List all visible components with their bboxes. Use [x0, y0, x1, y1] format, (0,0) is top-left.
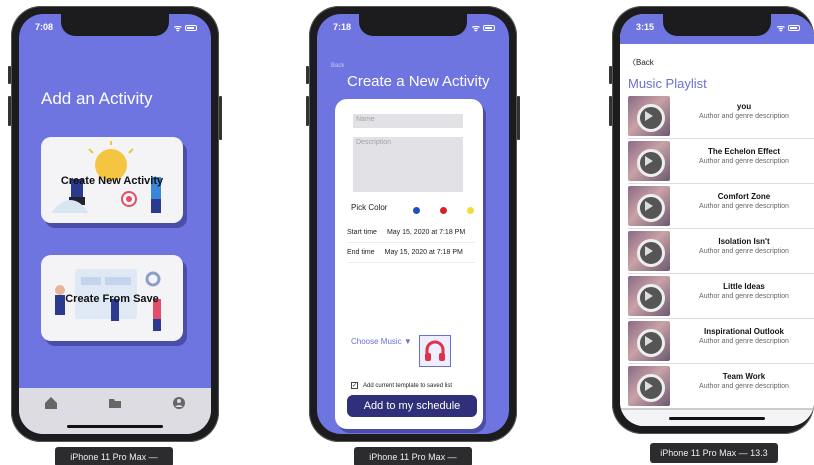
wifi-icon: ᯤ: [173, 23, 182, 33]
create-from-save-card[interactable]: Create From Save: [41, 255, 183, 341]
notch: [61, 14, 169, 36]
phone-add-activity: 7:08 ᯤ Add an Activity Create New Activi…: [8, 6, 222, 442]
status-time: 3:15: [636, 22, 655, 32]
activity-form: Name Description Pick Color Start time Ma…: [335, 99, 483, 429]
checkbox-icon: ✓: [351, 382, 358, 389]
music-thumbnail[interactable]: [419, 335, 451, 367]
battery-icon: [185, 24, 197, 31]
color-swatch-blue[interactable]: [413, 207, 420, 214]
status-icons: ᯤ: [777, 21, 800, 34]
back-button[interactable]: Back: [331, 63, 344, 69]
status-icons: ᯤ: [174, 21, 197, 34]
track-description: Author and genre description: [699, 158, 789, 165]
device-caption: iPhone 11 Pro Max — 13.3: [55, 447, 173, 465]
status-time: 7:18: [333, 22, 352, 32]
track-description: Author and genre description: [699, 248, 789, 255]
phone-create-activity: 7:18 ᯤ Back Create a New Activity Name D…: [306, 6, 520, 442]
back-button[interactable]: 〈Back: [628, 57, 654, 68]
create-new-activity-card[interactable]: Create New Activity: [41, 137, 183, 223]
track-name: Isolation Isn't: [718, 237, 770, 246]
screen: 7:08 ᯤ Add an Activity Create New Activi…: [19, 14, 211, 434]
pick-color-label: Pick Color: [351, 203, 388, 212]
album-art: [628, 96, 670, 136]
album-art: [628, 321, 670, 361]
track-row[interactable]: Inspirational Outlook Author and genre de…: [628, 319, 814, 364]
album-art: [628, 141, 670, 181]
screen: 3:15 ᯤ 〈Back Music Playlist you Author an…: [620, 14, 814, 426]
save-template-label: Add current template to saved list: [363, 382, 453, 389]
profile-icon[interactable]: [172, 396, 186, 410]
notch: [663, 14, 771, 36]
track-row[interactable]: Isolation Isn't Author and genre descript…: [628, 229, 814, 274]
choose-music-button[interactable]: Choose Music ▼: [351, 337, 412, 346]
end-time-label: End time: [347, 249, 375, 256]
track-description: Author and genre description: [699, 113, 789, 120]
track-description: Author and genre description: [699, 203, 789, 210]
add-to-schedule-button[interactable]: Add to my schedule: [347, 395, 477, 417]
album-art: [628, 186, 670, 226]
screen: 7:18 ᯤ Back Create a New Activity Name D…: [317, 14, 509, 434]
name-field[interactable]: Name: [353, 114, 463, 128]
track-row[interactable]: Little Ideas Author and genre description: [628, 274, 814, 319]
folder-icon[interactable]: [108, 396, 122, 410]
home-icon[interactable]: [44, 396, 58, 410]
device-caption: iPhone 11 Pro Max — 13.3: [650, 443, 778, 463]
home-indicator: [67, 425, 163, 428]
description-field[interactable]: Description: [353, 137, 463, 192]
simulator-stage: 7:08 ᯤ Add an Activity Create New Activi…: [0, 0, 814, 465]
album-art: [628, 231, 670, 271]
track-name: Comfort Zone: [717, 192, 771, 201]
track-row[interactable]: Comfort Zone Author and genre description: [628, 184, 814, 229]
end-time-row[interactable]: End time May 15, 2020 at 7:18 PM: [347, 249, 475, 263]
phone-music-playlist: 3:15 ᯤ 〈Back Music Playlist you Author an…: [609, 6, 814, 434]
wifi-icon: ᯤ: [471, 23, 480, 33]
status-time: 7:08: [35, 22, 54, 32]
track-row[interactable]: The Echelon Effect Author and genre descr…: [628, 139, 814, 184]
status-icons: ᯤ: [472, 21, 495, 34]
track-name: Team Work: [722, 372, 766, 381]
battery-icon: [483, 24, 495, 31]
start-time-row[interactable]: Start time May 15, 2020 at 7:18 PM: [347, 229, 475, 243]
home-indicator: [669, 417, 765, 420]
end-time-value[interactable]: May 15, 2020 at 7:18 PM: [385, 249, 463, 256]
color-swatch-red[interactable]: [440, 207, 447, 214]
battery-icon: [788, 24, 800, 31]
track-name: you: [736, 102, 752, 111]
track-description: Author and genre description: [699, 383, 789, 390]
album-art: [628, 366, 670, 406]
track-name: Little Ideas: [723, 282, 765, 291]
track-name: Inspirational Outlook: [703, 327, 784, 336]
device-caption: iPhone 11 Pro Max — 13.3: [354, 447, 472, 465]
track-name: The Echelon Effect: [707, 147, 780, 156]
notch: [359, 14, 467, 36]
start-time-value[interactable]: May 15, 2020 at 7:18 PM: [387, 229, 465, 236]
track-description: Author and genre description: [699, 338, 789, 345]
track-description: Author and genre description: [699, 293, 789, 300]
wifi-icon: ᯤ: [776, 23, 785, 33]
card-label: Create From Save: [65, 293, 159, 305]
color-swatch-yellow[interactable]: [467, 207, 474, 214]
home-indicator: [365, 425, 461, 428]
headphones-icon: [425, 340, 445, 361]
track-row[interactable]: you Author and genre description: [628, 94, 814, 139]
start-time-label: Start time: [347, 229, 377, 236]
album-art: [628, 276, 670, 316]
track-row[interactable]: Team Work Author and genre description: [628, 364, 814, 409]
page-title: Create a New Activity: [347, 73, 490, 90]
card-label: Create New Activity: [60, 175, 164, 187]
page-title: Add an Activity: [41, 89, 153, 108]
page-title: Music Playlist: [628, 76, 707, 91]
save-template-checkbox[interactable]: ✓ Add current template to saved list: [351, 382, 452, 389]
